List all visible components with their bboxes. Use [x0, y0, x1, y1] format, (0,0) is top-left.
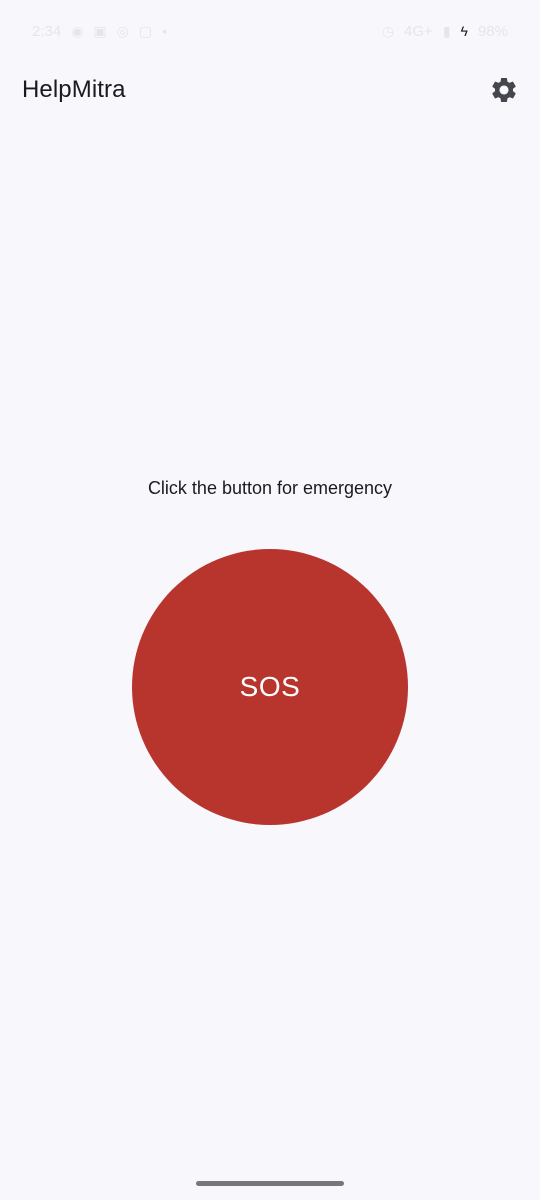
- instruction-text: Click the button for emergency: [147, 478, 393, 498]
- main-content: Click the button for emergency SOS: [0, 0, 540, 1200]
- sos-button-label: SOS: [239, 671, 301, 702]
- gesture-navigation-bar[interactable]: [196, 1181, 344, 1186]
- sos-button[interactable]: SOS: [132, 549, 408, 825]
